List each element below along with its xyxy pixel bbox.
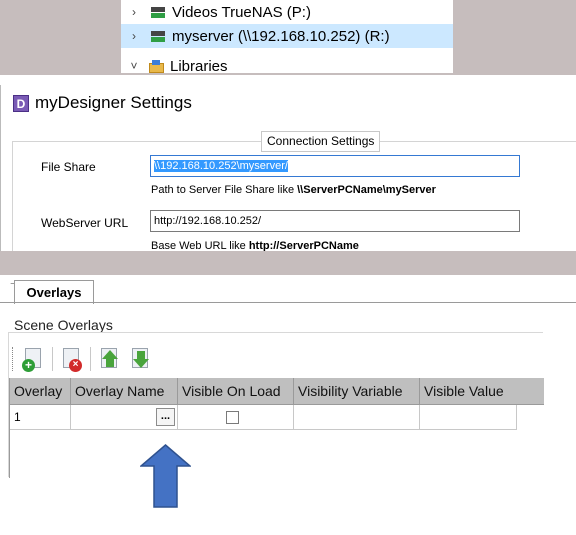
toolbar-separator: [90, 347, 91, 371]
column-header-visible-on-load[interactable]: Visible On Load: [178, 378, 294, 405]
webserver-url-label: WebServer URL: [41, 216, 129, 230]
column-header-overlay[interactable]: Overlay: [10, 378, 71, 405]
file-share-label: File Share: [41, 160, 96, 174]
network-drive-icon: [151, 30, 165, 42]
explorer-navigation-tree: › Videos TrueNAS (P:) › myserver (\\192.…: [121, 0, 453, 75]
tree-item-label: Videos TrueNAS (P:): [172, 3, 311, 21]
overlay-toolbar: + ×: [12, 345, 159, 373]
section-divider: [8, 332, 543, 333]
add-overlay-button[interactable]: +: [21, 346, 47, 372]
webserver-url-input[interactable]: http://192.168.10.252/: [150, 210, 520, 232]
hint-text: Path to Server File Share like: [151, 184, 298, 196]
tree-item-label: Libraries: [170, 57, 228, 75]
annotation-arrow-up-icon: [140, 444, 191, 508]
backdrop-middle: [0, 251, 576, 275]
file-share-hint: Path to Server File Share like \\ServerP…: [151, 184, 436, 196]
arrow-down-stem: [137, 351, 145, 359]
dialog-title: myDesigner Settings: [35, 93, 192, 112]
cell-overlay[interactable]: 1: [10, 405, 71, 430]
cell-visibility-variable[interactable]: [294, 405, 420, 430]
section-title: Scene Overlays: [14, 317, 113, 333]
settings-dialog: D myDesigner Settings Connection Setting…: [0, 85, 576, 252]
tree-item-videos-truenas[interactable]: › Videos TrueNAS (P:): [121, 0, 453, 24]
cell-overlay-name[interactable]: ...: [71, 405, 178, 430]
file-share-value: \\192.168.10.252\myserver/: [154, 160, 288, 172]
move-down-button[interactable]: [128, 346, 154, 372]
table-row[interactable]: 1 ...: [10, 405, 517, 430]
delete-icon: ×: [69, 359, 82, 372]
libraries-icon: [149, 59, 164, 73]
tab-overlays[interactable]: Overlays: [14, 280, 94, 304]
column-header-overlay-name[interactable]: Overlay Name: [71, 378, 178, 405]
app-icon: D: [13, 94, 29, 112]
column-header-visible-value[interactable]: Visible Value: [420, 378, 544, 405]
chevron-right-icon[interactable]: ›: [125, 29, 143, 43]
dialog-titlebar: D myDesigner Settings: [1, 85, 576, 121]
tree-item-libraries[interactable]: ˅ Libraries: [121, 54, 453, 78]
arrow-up-stem: [106, 359, 114, 367]
visible-on-load-checkbox[interactable]: [226, 411, 239, 424]
file-share-input[interactable]: \\192.168.10.252\myserver/: [150, 155, 520, 177]
add-icon: +: [22, 359, 35, 372]
delete-overlay-button[interactable]: ×: [59, 346, 85, 372]
chevron-right-icon[interactable]: ›: [125, 5, 143, 19]
chevron-down-icon[interactable]: ˅: [125, 59, 143, 73]
tab-strip-line: [0, 302, 576, 303]
overlays-grid: Overlay Overlay Name Visible On Load Vis…: [9, 378, 544, 478]
hint-example: \\ServerPCName\myServer: [297, 184, 436, 196]
webserver-url-value: http://192.168.10.252/: [154, 215, 262, 227]
arrow-down-icon: [133, 359, 149, 368]
grid-header: Overlay Overlay Name Visible On Load Vis…: [10, 378, 544, 405]
tree-item-label: myserver (\\192.168.10.252) (R:): [172, 27, 390, 45]
arrow-up-icon: [102, 350, 118, 359]
cell-visible-value[interactable]: [420, 405, 517, 430]
group-caption: Connection Settings: [261, 131, 381, 152]
tree-item-myserver[interactable]: › myserver (\\192.168.10.252) (R:): [121, 24, 453, 48]
toolbar-grip[interactable]: [12, 347, 15, 371]
move-up-button[interactable]: [97, 346, 123, 372]
network-drive-icon: [151, 6, 165, 18]
browse-ellipsis-button[interactable]: ...: [156, 408, 175, 426]
cell-visible-on-load[interactable]: [178, 405, 294, 430]
toolbar-separator: [52, 347, 53, 371]
column-header-visibility-variable[interactable]: Visibility Variable: [294, 378, 420, 405]
